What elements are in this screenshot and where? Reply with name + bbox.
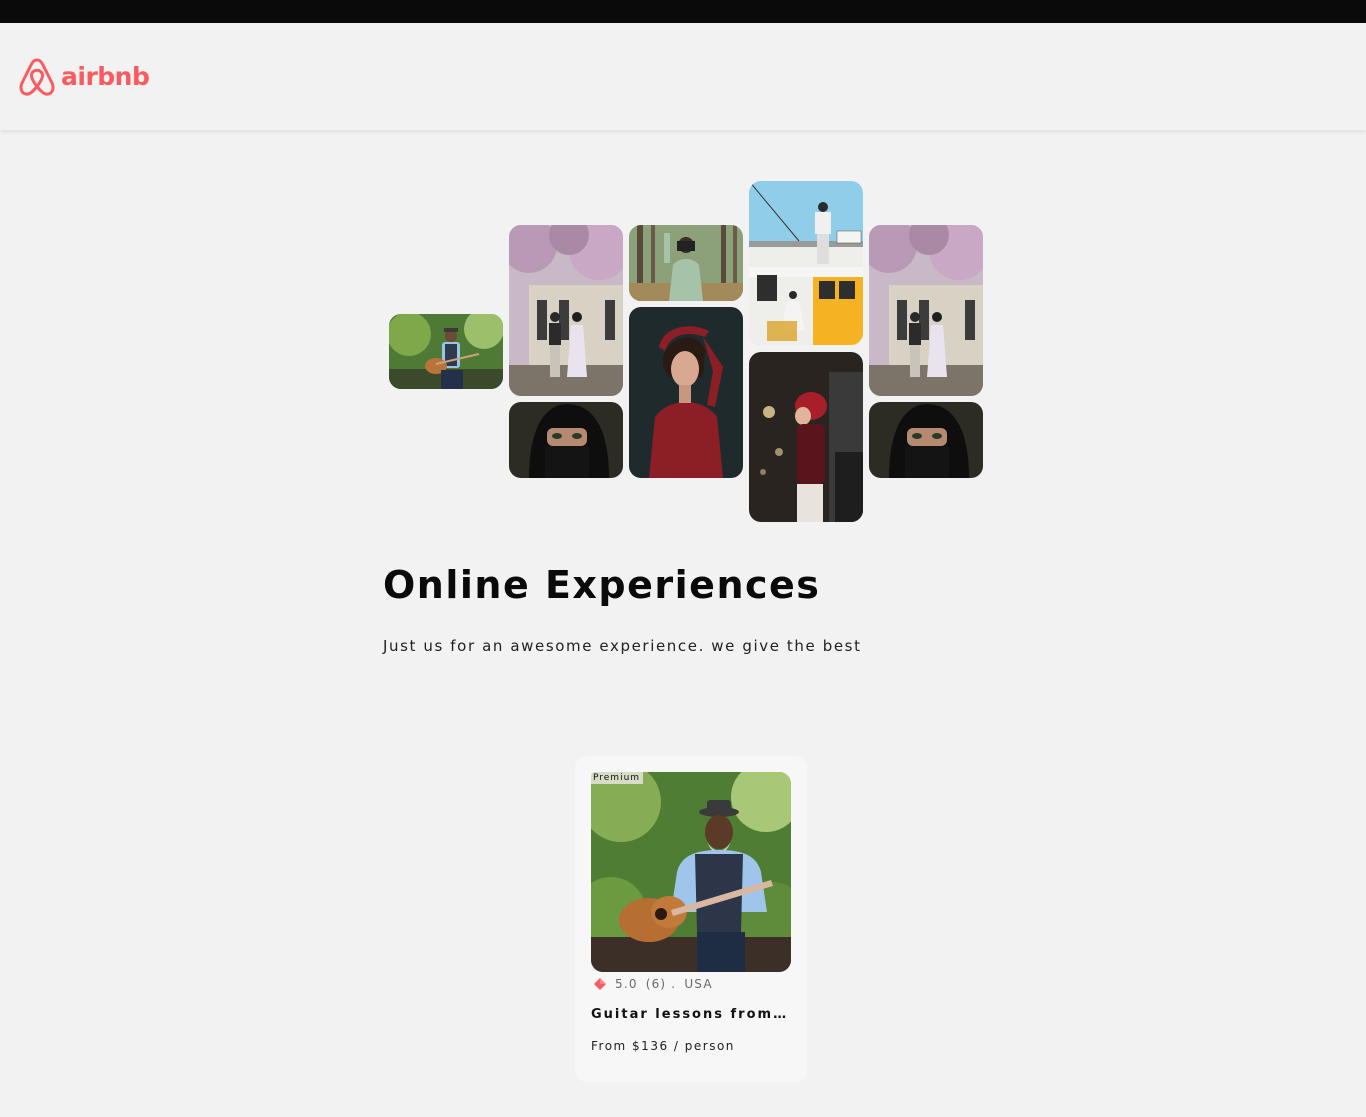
navbar: airbnb (0, 23, 1366, 130)
brand-name: airbnb (61, 61, 150, 91)
guitar-man-photo (389, 314, 503, 389)
page-subtitle: Just us for an awesome experience. we gi… (383, 637, 862, 655)
airbnb-logo[interactable]: airbnb (18, 57, 150, 97)
man-on-yellow-tram-photo (749, 181, 863, 345)
airbnb-logo-icon (19, 58, 55, 96)
experience-card[interactable]: Premium 5.0 (6) . USA Guitar lessons fro… (575, 756, 807, 1082)
woman-in-hijab-photo (509, 402, 623, 478)
browser-top-bar (0, 0, 1366, 23)
couple-under-trees-photo-2 (869, 225, 983, 396)
woman-in-hijab-photo-2 (869, 402, 983, 478)
card-price: From $136 / person (591, 1039, 735, 1053)
page-title: Online Experiences (383, 563, 821, 607)
card-location: USA (684, 977, 713, 991)
card-meta: 5.0 (6) . USA (593, 977, 713, 991)
card-photo (591, 772, 791, 972)
card-reviews: (6) . (645, 977, 677, 991)
card-title[interactable]: Guitar lessons from Norman (591, 1007, 787, 1022)
card-rating: 5.0 (615, 977, 638, 991)
premium-badge: Premium (591, 772, 644, 784)
star-icon (594, 978, 606, 990)
woman-in-red-portrait-photo (629, 307, 743, 478)
photographer-in-forest-photo (629, 225, 743, 301)
woman-red-beret-night-photo (749, 352, 863, 522)
couple-under-trees-photo (509, 225, 623, 396)
